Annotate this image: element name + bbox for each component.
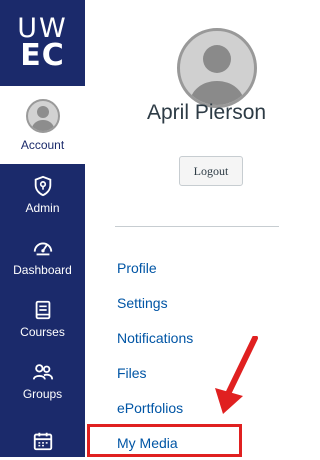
global-navigation: UW EC Account Admin Dashboard Courses Gr… — [0, 0, 85, 457]
nav-item-account[interactable]: Account — [0, 86, 85, 164]
link-profile[interactable]: Profile — [117, 250, 193, 285]
nav-item-admin[interactable]: Admin — [0, 164, 85, 226]
nav-item-label: Dashboard — [13, 263, 72, 277]
nav-item-courses[interactable]: Courses — [0, 288, 85, 350]
nav-item-dashboard[interactable]: Dashboard — [0, 226, 85, 288]
logo-line-2: EC — [20, 37, 65, 73]
link-settings[interactable]: Settings — [117, 285, 193, 320]
link-files[interactable]: Files — [117, 355, 193, 390]
link-eportfolios[interactable]: ePortfolios — [117, 390, 193, 425]
book-icon — [32, 299, 54, 321]
link-notifications[interactable]: Notifications — [117, 320, 193, 355]
uwec-logo[interactable]: UW EC — [0, 0, 85, 86]
speedometer-icon — [32, 237, 54, 259]
logout-button[interactable]: Logout — [179, 156, 243, 186]
nav-item-groups[interactable]: Groups — [0, 350, 85, 412]
nav-item-label: Groups — [22, 387, 63, 401]
groups-icon — [32, 361, 54, 383]
shield-icon — [32, 175, 54, 197]
profile-name: April Pierson — [147, 101, 267, 124]
account-avatar-icon — [25, 98, 60, 133]
profile-avatar[interactable] — [177, 28, 257, 108]
nav-item-label: Admin — [25, 201, 60, 215]
nav-item-label: Courses — [20, 325, 65, 339]
divider — [115, 226, 279, 227]
nav-item-calendar[interactable] — [0, 412, 85, 457]
highlight-box — [87, 424, 242, 457]
calendar-icon — [32, 430, 54, 452]
red-arrow-annotation — [215, 336, 258, 414]
nav-item-label: Account — [20, 137, 65, 152]
